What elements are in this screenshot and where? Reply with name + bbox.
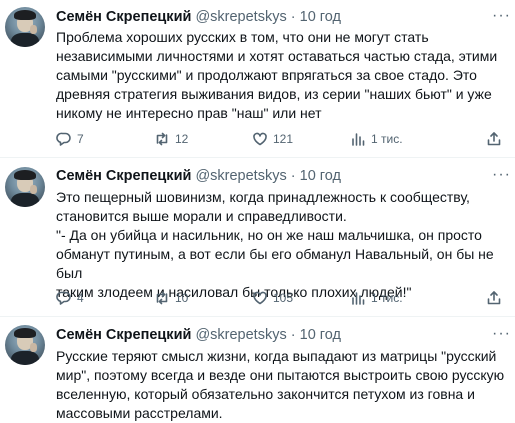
tweet-actions: 7 12 121 1 тис.	[56, 130, 511, 148]
reply-button[interactable]: 4	[56, 289, 84, 307]
reply-count: 7	[77, 132, 84, 146]
timestamp[interactable]: 10 год	[300, 327, 341, 343]
views-chart-icon	[352, 292, 365, 305]
views-chart-icon	[352, 133, 365, 146]
separator-dot: ·	[290, 9, 296, 25]
retweet-icon	[156, 291, 168, 305]
tweet-header: Семён Скрепецкий @skrepetskys · 10 год	[56, 326, 341, 344]
reply-icon	[56, 291, 71, 305]
retweet-button[interactable]: 10	[154, 289, 188, 307]
author-name[interactable]: Семён Скрепецкий	[56, 327, 191, 343]
retweet-count: 12	[175, 132, 189, 146]
share-button[interactable]	[486, 289, 502, 307]
tweet-text: Это пещерный шовинизм, когда принадлежно…	[56, 189, 494, 300]
views-count: 1 тис.	[371, 291, 403, 305]
share-icon	[487, 291, 501, 305]
like-button[interactable]: 105	[252, 289, 293, 307]
like-count: 121	[273, 132, 294, 146]
tweet-header: Семён Скрепецкий @skrepetskys · 10 год	[56, 8, 341, 26]
tweet-header: Семён Скрепецкий @skrepetskys · 10 год	[56, 167, 341, 185]
like-count: 105	[273, 291, 294, 305]
separator-dot: ·	[290, 327, 296, 343]
author-name[interactable]: Семён Скрепецкий	[56, 168, 191, 184]
reply-icon	[56, 132, 71, 146]
author-handle[interactable]: @skrepetskys	[195, 9, 286, 25]
tweet-text: Проблема хороших русских в том, что они …	[56, 29, 498, 121]
retweet-icon	[156, 132, 168, 146]
author-handle[interactable]: @skrepetskys	[195, 327, 286, 343]
avatar[interactable]	[5, 7, 45, 47]
more-options-icon[interactable]: ···	[492, 8, 510, 28]
views-count: 1 тис.	[371, 132, 403, 146]
retweet-count: 10	[175, 291, 189, 305]
tweet-actions: 4 10 105 1 тис.	[56, 289, 511, 307]
more-options-icon[interactable]: ···	[492, 326, 510, 346]
tweet[interactable]: Семён Скрепецкий @skrepetskys · 10 год ·…	[0, 158, 515, 316]
share-icon	[487, 132, 501, 146]
heart-icon	[253, 291, 267, 305]
views-button[interactable]: 1 тис.	[350, 130, 403, 148]
more-options-icon[interactable]: ···	[492, 167, 510, 187]
avatar[interactable]	[5, 325, 45, 365]
heart-icon	[253, 132, 267, 146]
share-button[interactable]	[486, 130, 502, 148]
separator-dot: ·	[290, 168, 296, 184]
like-button[interactable]: 121	[252, 130, 293, 148]
reply-count: 4	[77, 291, 84, 305]
author-handle[interactable]: @skrepetskys	[195, 168, 286, 184]
retweet-button[interactable]: 12	[154, 130, 188, 148]
timestamp[interactable]: 10 год	[300, 9, 341, 25]
reply-button[interactable]: 7	[56, 130, 84, 148]
avatar[interactable]	[5, 167, 45, 207]
tweet-text: Русские теряют смысл жизни, когда выпада…	[56, 348, 505, 421]
tweet[interactable]: Семён Скрепецкий @skrepetskys · 10 год ·…	[0, 317, 515, 423]
author-name[interactable]: Семён Скрепецкий	[56, 9, 191, 25]
tweet[interactable]: Семён Скрепецкий @skrepetskys · 10 год ·…	[0, 0, 515, 158]
timestamp[interactable]: 10 год	[300, 168, 341, 184]
views-button[interactable]: 1 тис.	[350, 289, 403, 307]
